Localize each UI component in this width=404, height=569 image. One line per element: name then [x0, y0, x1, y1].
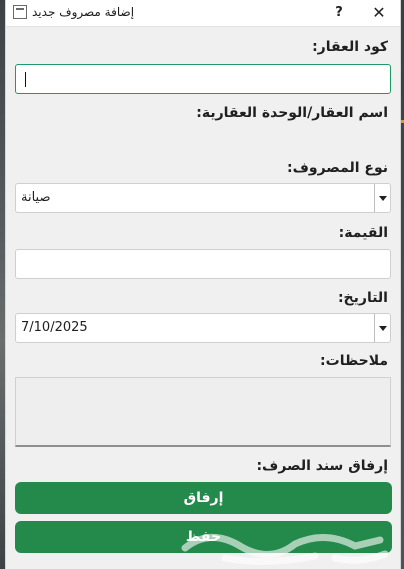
add-expense-dialog: إضافة مصروف جديد ? ✕ كود العقار: اسم الع… [5, 0, 401, 569]
save-button[interactable]: حفظ [15, 521, 392, 553]
expense-type-selected: صيانة [21, 190, 51, 205]
window-title: إضافة مصروف جديد [32, 5, 135, 19]
title-bar: إضافة مصروف جديد ? ✕ [6, 0, 400, 27]
property-name-label: اسم العقار/الوحدة العقارية: [196, 105, 388, 121]
help-button[interactable]: ? [324, 2, 354, 24]
notes-textarea[interactable] [15, 377, 391, 447]
text-caret [25, 72, 26, 87]
amount-label: القيمة: [338, 225, 388, 241]
close-button[interactable]: ✕ [362, 2, 396, 24]
date-picker[interactable]: 7/10/2025 [15, 313, 391, 343]
date-value: 7/10/2025 [21, 320, 88, 335]
amount-input[interactable] [15, 249, 391, 279]
chevron-down-icon[interactable] [374, 314, 390, 342]
property-code-label: كود العقار: [312, 39, 388, 55]
attach-button[interactable]: إرفاق [15, 482, 392, 514]
attachment-label: إرفاق سند الصرف: [256, 458, 388, 474]
date-label: التاريخ: [337, 290, 388, 306]
notes-label: ملاحظات: [320, 353, 388, 369]
expense-type-select[interactable]: صيانة [15, 183, 391, 213]
expense-type-label: نوع المصروف: [287, 160, 388, 176]
chevron-down-icon[interactable] [374, 184, 390, 212]
window-app-icon [13, 5, 27, 19]
property-code-input[interactable] [15, 64, 391, 94]
